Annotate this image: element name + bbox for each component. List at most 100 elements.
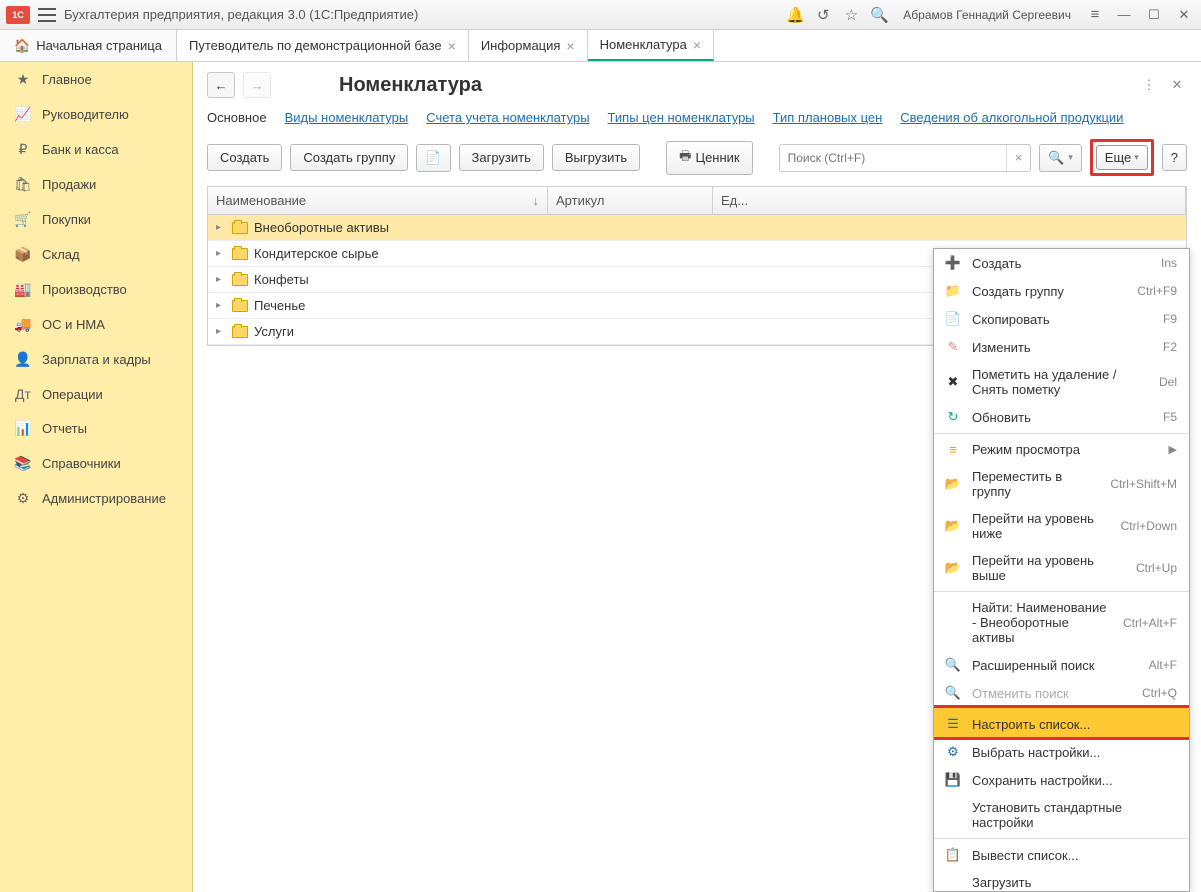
unload-button[interactable]: Выгрузить [552,144,640,171]
copy-button[interactable]: 📄 [416,144,450,172]
dropdown-item[interactable]: Установить стандартные настройки [934,794,1189,836]
dropdown-shortcut: Ctrl+Q [1142,686,1177,700]
tree-toggle-icon[interactable]: ▸ [216,274,226,285]
search-clear-icon[interactable]: × [1006,145,1030,171]
tab[interactable]: Путеводитель по демонстрационной базе× [177,30,469,61]
sidebar-item[interactable]: ⚙Администрирование [0,481,192,516]
sidebar-item[interactable]: 👤Зарплата и кадры [0,342,192,377]
dropdown-item-icon: ✎ [944,339,962,355]
subnav-link[interactable]: Счета учета номенклатуры [426,110,589,125]
maximize-button[interactable]: ☐ [1143,4,1165,26]
dropdown-item[interactable]: ⚙Выбрать настройки... [934,738,1189,766]
subnav-link[interactable]: Виды номенклатуры [285,110,409,125]
more-button[interactable]: Еще▾ [1096,145,1148,170]
page-title: Номенклатура [339,74,482,97]
bell-icon[interactable]: 🔔 [785,5,805,25]
settings-icon[interactable]: ≡ [1085,5,1105,25]
dropdown-item-label: Вывести список... [972,848,1177,863]
create-group-button[interactable]: Создать группу [290,144,408,171]
tab-home[interactable]: 🏠 Начальная страница [0,30,177,61]
sidebar: ★Главное📈Руководителю₽Банк и касса🛍Прода… [0,62,193,892]
dropdown-item[interactable]: ☰Настроить список... [933,707,1190,738]
close-button[interactable]: ✕ [1173,4,1195,26]
user-name[interactable]: Абрамов Геннадий Сергеевич [897,8,1077,22]
tree-toggle-icon[interactable]: ▸ [216,222,226,233]
dropdown-shortcut: F9 [1163,312,1177,326]
dropdown-item[interactable]: ✖Пометить на удаление / Снять пометкуDel [934,361,1189,403]
table-row[interactable]: ▸Внеоборотные активы [208,215,1186,241]
dropdown-shortcut: Ctrl+Shift+M [1110,477,1177,491]
tree-toggle-icon[interactable]: ▸ [216,248,226,259]
dropdown-item[interactable]: ≡Режим просмотра▶ [934,433,1189,463]
sidebar-item[interactable]: 🏭Производство [0,272,192,307]
help-button[interactable]: ? [1162,144,1187,171]
search-box[interactable]: × [779,144,1031,172]
column-header-unit[interactable]: Ед... [713,187,1186,214]
sidebar-item[interactable]: 🛒Покупки [0,202,192,237]
tab[interactable]: Информация× [469,30,588,61]
dropdown-shortcut: Ctrl+Up [1136,561,1177,575]
sidebar-item[interactable]: 🛍Продажи [0,167,192,202]
sidebar-item[interactable]: ★Главное [0,62,192,97]
page-menu-icon[interactable]: ⋮ [1139,75,1159,95]
dropdown-item-label: Отменить поиск [972,686,1132,701]
dropdown-item-icon: ➕ [944,255,962,271]
create-button[interactable]: Создать [207,144,282,171]
dropdown-item[interactable]: 📂Перейти на уровень нижеCtrl+Down [934,505,1189,547]
load-button[interactable]: Загрузить [459,144,544,171]
column-header-article[interactable]: Артикул [548,187,713,214]
tab-close-icon[interactable]: × [566,38,574,54]
sidebar-item[interactable]: ДтОперации [0,377,192,411]
subnav-link[interactable]: Сведения об алкогольной продукции [900,110,1123,125]
menu-icon[interactable] [38,8,56,22]
dropdown-item[interactable]: Найти: Наименование - Внеоборотные актив… [934,591,1189,651]
dropdown-item[interactable]: 📁Создать группуCtrl+F9 [934,277,1189,305]
dropdown-item[interactable]: Загрузить [934,869,1189,892]
sidebar-item[interactable]: 🚚ОС и НМА [0,307,192,342]
dropdown-item[interactable]: 💾Сохранить настройки... [934,766,1189,794]
sidebar-item[interactable]: 📚Справочники [0,446,192,481]
dropdown-item[interactable]: ✎ИзменитьF2 [934,333,1189,361]
sidebar-item-icon: ★ [14,71,32,88]
sidebar-item-icon: 📚 [14,455,32,472]
subnav-active[interactable]: Основное [207,110,267,125]
dropdown-shortcut: F5 [1163,410,1177,424]
dropdown-item-icon: 📂 [944,560,962,576]
nav-forward-button[interactable]: → [243,72,271,98]
history-icon[interactable]: ↺ [813,5,833,25]
tab-close-icon[interactable]: × [693,37,701,53]
subnav-link[interactable]: Типы цен номенклатуры [608,110,755,125]
page-close-icon[interactable]: ✕ [1167,75,1187,95]
sidebar-item[interactable]: ₽Банк и касса [0,132,192,167]
sidebar-item[interactable]: 📈Руководителю [0,97,192,132]
minimize-button[interactable]: — [1113,4,1135,26]
subnav-link[interactable]: Тип плановых цен [773,110,883,125]
tree-toggle-icon[interactable]: ▸ [216,326,226,337]
dropdown-item[interactable]: 📂Перейти на уровень вышеCtrl+Up [934,547,1189,589]
search-icon[interactable]: 🔍 [869,5,889,25]
tab-close-icon[interactable]: × [448,38,456,54]
sidebar-item-icon: 📊 [14,420,32,437]
column-header-name[interactable]: Наименование [208,187,548,214]
dropdown-shortcut: Alt+F [1149,658,1177,672]
price-tag-button[interactable]: 🖶Ценник [666,141,752,175]
print-icon: 🖶 [679,147,691,169]
nav-back-button[interactable]: ← [207,72,235,98]
sidebar-item[interactable]: 📦Склад [0,237,192,272]
search-input[interactable] [780,151,1006,165]
dropdown-item[interactable]: ➕СоздатьIns [934,249,1189,277]
dropdown-item[interactable]: 📂Переместить в группуCtrl+Shift+M [934,463,1189,505]
sidebar-item-label: Банк и касса [42,142,119,157]
dropdown-item[interactable]: 🔍Расширенный поискAlt+F [934,651,1189,679]
dropdown-item[interactable]: 📋Вывести список... [934,838,1189,869]
star-icon[interactable]: ☆ [841,5,861,25]
sidebar-item-icon: ⚙ [14,490,32,507]
sidebar-item[interactable]: 📊Отчеты [0,411,192,446]
dropdown-item[interactable]: ↻ОбновитьF5 [934,403,1189,431]
dropdown-item-label: Установить стандартные настройки [972,800,1177,830]
dropdown-item[interactable]: 📄СкопироватьF9 [934,305,1189,333]
sidebar-item-icon: 🚚 [14,316,32,333]
tree-toggle-icon[interactable]: ▸ [216,300,226,311]
tab[interactable]: Номенклатура× [588,30,714,61]
search-options-button[interactable]: 🔍▾ [1039,144,1082,172]
